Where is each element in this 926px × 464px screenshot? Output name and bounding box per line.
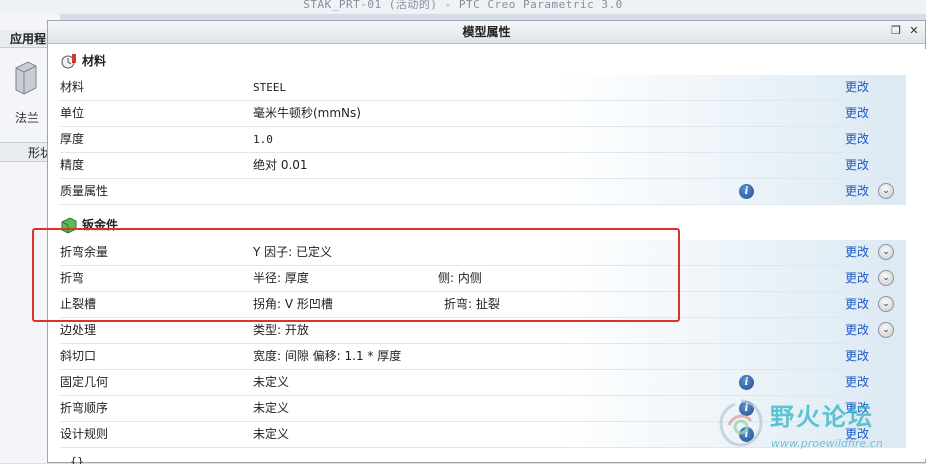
change-link[interactable]: 更改	[845, 179, 869, 204]
app-window-title: STAK_PRT-01 (活动的) - PTC Creo Parametric …	[0, 0, 926, 14]
watermark-url: www.proewildfire.cn	[771, 437, 883, 450]
change-link[interactable]: 更改	[845, 101, 869, 126]
annotation-highlight-box	[32, 228, 680, 322]
row-units: 单位 毫米牛顿秒(mmNs) 更改	[60, 101, 906, 127]
flange-icon[interactable]	[12, 58, 40, 98]
change-link[interactable]: 更改	[845, 266, 869, 291]
change-link[interactable]: 更改	[845, 153, 869, 178]
dialog-title: 模型属性	[462, 25, 511, 39]
watermark: 野火论坛 www.proewildfire.cn	[715, 395, 925, 457]
watermark-text: 野火论坛	[770, 403, 874, 431]
change-link[interactable]: 更改	[845, 370, 869, 395]
restore-icon[interactable]: ❐	[889, 24, 903, 38]
dialog-title-bar: 模型属性 ❐ ✕	[48, 21, 925, 44]
change-link[interactable]: 更改	[845, 127, 869, 152]
watermark-logo	[719, 399, 763, 447]
row-thickness: 厚度 1.0 更改	[60, 127, 906, 153]
close-icon[interactable]: ✕	[907, 24, 921, 38]
row-material: 材料 STEEL 更改	[60, 75, 906, 101]
change-link[interactable]: 更改	[845, 292, 869, 317]
expand-icon[interactable]: ⌄	[878, 296, 894, 312]
expand-icon[interactable]: ⌄	[878, 183, 894, 199]
change-link[interactable]: 更改	[845, 318, 869, 343]
material-icon	[61, 54, 76, 69]
row-fixed-geometry: 固定几何 未定义 i 更改	[60, 370, 906, 396]
row-miter-cut: 斜切口 宽度: 间隙 偏移: 1.1 * 厚度 更改	[60, 344, 906, 370]
change-link[interactable]: 更改	[845, 344, 869, 369]
change-link[interactable]: 更改	[845, 240, 869, 265]
expand-icon[interactable]: ⌄	[878, 270, 894, 286]
expand-icon[interactable]: ⌄	[878, 322, 894, 338]
info-icon[interactable]: i	[739, 184, 754, 199]
row-accuracy: 精度 绝对 0.01 更改	[60, 153, 906, 179]
row-mass-properties: 质量属性 i 更改 ⌄	[60, 179, 906, 205]
info-icon[interactable]: i	[739, 375, 754, 390]
section-material: 材料	[60, 49, 910, 73]
change-link[interactable]: 更改	[845, 75, 869, 100]
expand-icon[interactable]: ⌄	[878, 244, 894, 260]
flange-label: 法兰	[15, 111, 40, 125]
